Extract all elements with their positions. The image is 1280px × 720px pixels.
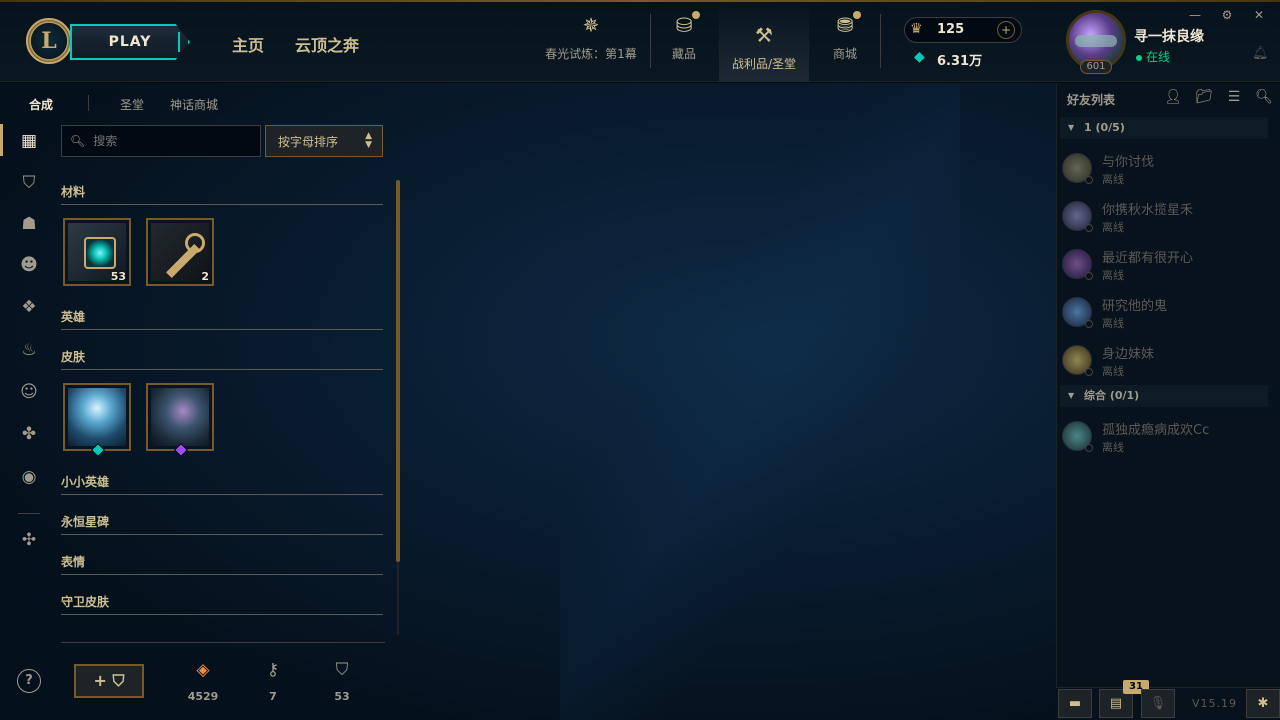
emote-icon[interactable]: ☺	[18, 381, 40, 403]
help-button[interactable]: ?	[17, 669, 41, 693]
online-status[interactable]: 在线	[1136, 48, 1170, 65]
caret-down-icon: ▼	[1068, 123, 1075, 132]
scrollbar-thumb[interactable]	[396, 180, 400, 562]
add-friend-icon[interactable]: 👤︎	[1164, 89, 1182, 105]
friend-avatar	[1062, 201, 1093, 232]
microphone-icon[interactable]: 🎙︎	[1141, 689, 1175, 718]
friend-avatar	[1062, 153, 1093, 184]
nav-divider	[650, 14, 651, 68]
section-skins[interactable]: 皮肤	[61, 348, 383, 370]
section-ward-skins[interactable]: 守卫皮肤	[61, 593, 383, 615]
craft-keys-button[interactable]: + ⛉	[74, 664, 144, 698]
friend-group-header[interactable]: ▼ 综合 (0/1)	[1060, 385, 1268, 407]
event-star-icon: ✵	[582, 13, 600, 37]
bug-report-icon[interactable]: ✱	[1246, 689, 1280, 718]
loot-item-skin[interactable]	[146, 383, 214, 458]
blue-essence-icon: ◆	[914, 49, 925, 65]
buy-rp-button[interactable]: +	[997, 21, 1015, 39]
friend-item[interactable]: 研究他的鬼 离线	[1062, 295, 1262, 335]
ward-icon[interactable]: ❖	[18, 296, 40, 318]
play-button[interactable]: PLAY	[70, 24, 190, 60]
chat-icon[interactable]: ▬	[1058, 689, 1092, 718]
summoner-name[interactable]: 寻一抹良缘	[1134, 26, 1204, 46]
settings-icon[interactable]: ⚙	[1220, 8, 1234, 22]
client-version: V15.19	[1192, 697, 1238, 710]
friend-avatar	[1062, 345, 1093, 376]
riot-points-icon: ♛	[910, 21, 923, 37]
caret-down-icon: ▼	[1068, 391, 1075, 400]
skin-mask-icon[interactable]: ☻	[18, 254, 40, 276]
coins-store-icon: ⛃	[837, 11, 862, 37]
friend-avatar	[1062, 297, 1093, 328]
nav-tft[interactable]: 云顶之奔	[295, 32, 359, 56]
sort-arrows-icon: ▲ ▼	[365, 131, 372, 150]
loot-item-key[interactable]: 2	[146, 218, 214, 286]
loot-item-chest[interactable]: 53	[63, 218, 131, 286]
friends-title: 好友列表	[1067, 93, 1116, 107]
nav-divider	[880, 14, 881, 68]
background-art	[560, 83, 960, 720]
friend-item[interactable]: 最近都有很开心 离线	[1062, 247, 1262, 287]
friend-item[interactable]: 身边妹妹 离线	[1062, 343, 1262, 383]
nav-collection[interactable]: ⛁ 藏品	[652, 10, 716, 72]
key-fragment-icon: ⚷	[266, 660, 280, 680]
chest-icon: ⛉	[335, 660, 349, 680]
key-fragment-value: 7	[269, 690, 277, 703]
minimize-icon[interactable]: —	[1188, 8, 1202, 22]
loot-hammer-icon: ⚒	[755, 23, 773, 47]
eternals-icon[interactable]: ✣	[18, 529, 40, 551]
champion-helmet-icon[interactable]: ☗	[18, 213, 40, 235]
orange-essence-icon: ◈	[196, 660, 210, 680]
totem-icon[interactable]: ♨	[18, 339, 40, 361]
tft-icon[interactable]: ✤	[18, 423, 40, 445]
league-logo[interactable]: L	[26, 18, 72, 64]
list-view-icon[interactable]: ☰	[1225, 89, 1243, 105]
sort-dropdown[interactable]: 按字母排序 ▲ ▼	[265, 125, 383, 157]
friend-group-header[interactable]: ▼ 1 (0/5)	[1060, 117, 1268, 139]
nav-home[interactable]: 主页	[232, 32, 264, 56]
footer-divider	[61, 642, 385, 643]
tab-crafting[interactable]: 合成	[29, 96, 53, 113]
search-icon: 🔍︎	[70, 134, 86, 148]
skin-portrait	[68, 388, 126, 446]
search-input[interactable]	[93, 134, 254, 148]
friend-item[interactable]: 与你讨伐 离线	[1062, 151, 1262, 191]
tab-sanctum[interactable]: 圣堂	[120, 96, 144, 113]
nav-loot[interactable]: ⚒ 战利品/圣堂	[719, 0, 809, 82]
chest-count-value: 53	[334, 690, 350, 703]
grid-icon[interactable]: ▦	[18, 130, 40, 152]
bell-icon[interactable]: 🔔︎	[1252, 46, 1269, 61]
friend-item[interactable]: 你携秋水揽星禾 离线	[1062, 199, 1262, 239]
skin-portrait	[151, 388, 209, 446]
rp-value: 125	[937, 22, 965, 37]
close-icon[interactable]: ✕	[1252, 8, 1266, 22]
orange-essence-value: 4529	[187, 690, 219, 703]
chest-icon[interactable]: ⛉	[18, 172, 40, 194]
be-value: 6.31万	[937, 54, 983, 69]
nav-store[interactable]: ⛃ 商城	[812, 10, 878, 72]
search-box[interactable]: 🔍︎	[61, 125, 261, 157]
add-folder-icon[interactable]: 📁︎	[1195, 89, 1213, 105]
section-little-legends[interactable]: 小小英雄	[61, 473, 383, 495]
rail-active-indicator	[0, 124, 3, 156]
section-champions[interactable]: 英雄	[61, 308, 383, 330]
friend-avatar	[1062, 421, 1093, 452]
section-emotes[interactable]: 表情	[61, 553, 383, 575]
tab-mythic-shop[interactable]: 神话商城	[170, 96, 218, 113]
level-badge: 601	[1080, 60, 1112, 74]
section-eternals[interactable]: 永恒星碑	[61, 513, 383, 535]
tab-divider	[88, 95, 89, 111]
profile-icon[interactable]: ◉	[18, 466, 40, 488]
section-materials[interactable]: 材料	[61, 183, 383, 205]
loot-item-skin[interactable]	[63, 383, 131, 458]
friend-avatar	[1062, 249, 1093, 280]
nav-event-pass[interactable]: ✵ 春光试炼：第1幕	[544, 10, 638, 72]
rail-divider	[18, 513, 40, 514]
friend-item[interactable]: 孤独成瘾病成欢Cc 离线	[1062, 419, 1262, 459]
collection-bag-icon: ⛁	[676, 11, 701, 37]
search-icon[interactable]: 🔍︎	[1255, 89, 1273, 105]
